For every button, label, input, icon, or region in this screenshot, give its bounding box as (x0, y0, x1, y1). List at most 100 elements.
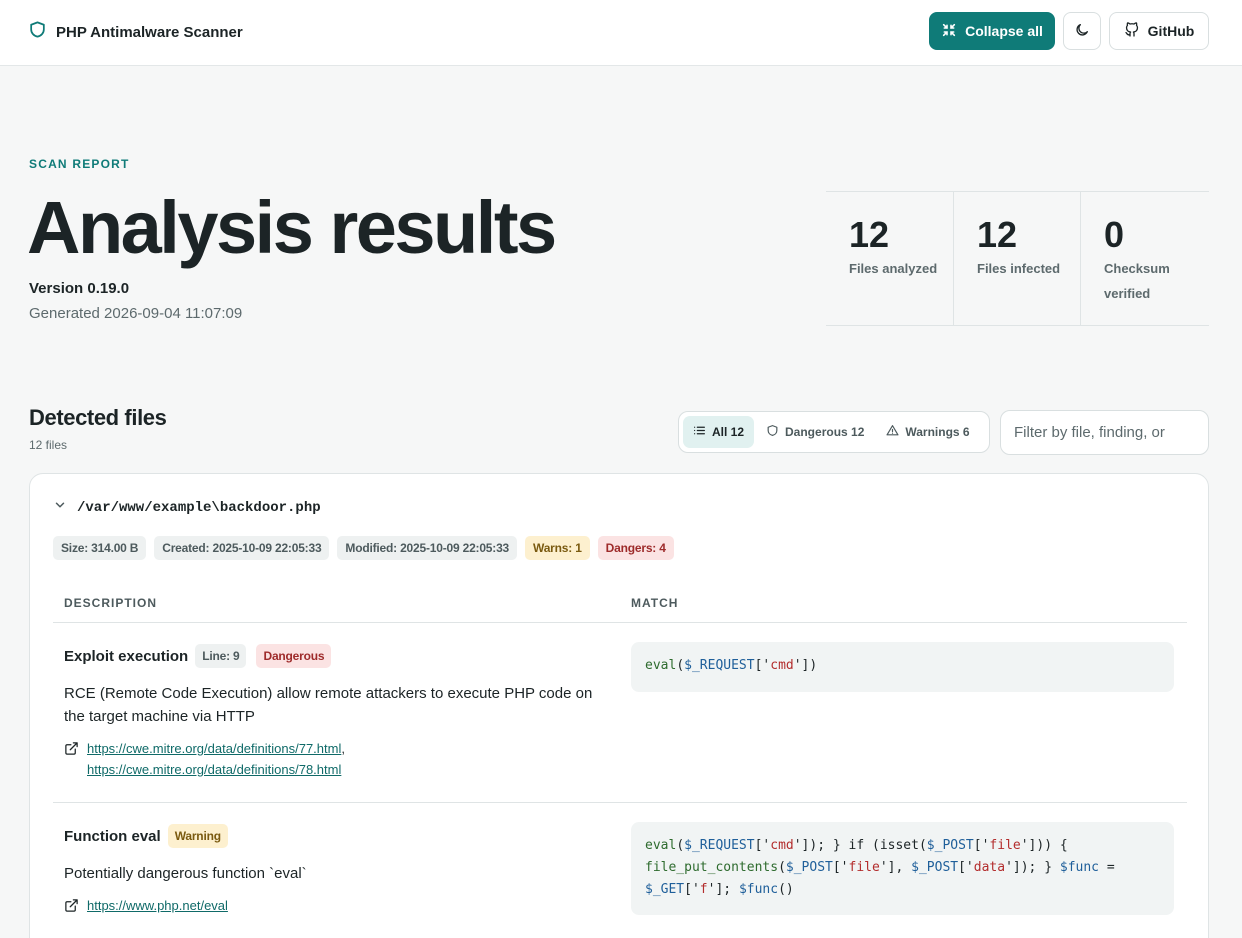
filter-warnings[interactable]: Warnings 6 (876, 416, 979, 448)
modified-chip: Modified: 2025-10-09 22:05:33 (337, 536, 518, 560)
finding-description: Function eval Warning Potentially danger… (64, 824, 614, 918)
search-input[interactable] (1000, 410, 1209, 455)
files-count: 12 files (29, 438, 68, 452)
reference-link[interactable]: https://cwe.mitre.org/data/definitions/7… (87, 762, 341, 777)
finding-text: RCE (Remote Code Execution) allow remote… (64, 685, 593, 725)
code-token: eval (645, 658, 677, 673)
stat-label: Files infected (977, 261, 1061, 276)
level-badge: Dangerous (256, 644, 332, 668)
table-row: Function eval Warning Potentially danger… (53, 804, 1187, 938)
brand-name: PHP Antimalware Scanner (56, 23, 243, 41)
match-code: eval($_REQUEST['cmd']) (631, 642, 1174, 692)
file-toggle[interactable]: /var/www/example\backdoor.php (53, 498, 321, 517)
table-header: DESCRIPTION MATCH (53, 582, 1187, 623)
code-token: ( (778, 860, 786, 875)
code-token: ']); } if (isset( (793, 838, 927, 853)
code-token: '])) { (1020, 838, 1076, 853)
version-label: Version 0.19.0 (29, 280, 130, 297)
table-row: Exploit execution Line: 9 Dangerous RCE … (53, 624, 1187, 803)
generated-timestamp: Generated 2026-09-04 11:07:09 (29, 305, 243, 322)
code-token: $_REQUEST (684, 838, 755, 853)
stat-files-analyzed: 12 Files analyzed (826, 192, 953, 325)
filter-warnings-label: Warnings 6 (905, 425, 970, 439)
external-link-icon (64, 895, 79, 918)
code-token: = (1099, 860, 1123, 875)
theme-toggle-button[interactable] (1063, 12, 1101, 50)
eyebrow: SCAN REPORT (29, 157, 130, 171)
code-token: file (848, 860, 880, 875)
stat-label: Files analyzed (849, 261, 938, 276)
external-link-icon (64, 738, 79, 780)
file-meta: Size: 314.00 B Created: 2025-10-09 22:05… (53, 536, 674, 560)
code-token: cmd (770, 658, 794, 673)
code-token: ']); } (1005, 860, 1060, 875)
code-token: f (699, 882, 708, 897)
code-token: ']; (707, 882, 739, 897)
top-bar: PHP Antimalware Scanner Collapse all Git… (0, 0, 1242, 66)
column-description: DESCRIPTION (64, 596, 158, 610)
stat-value: 0 (1104, 214, 1125, 255)
code-token: ( (676, 658, 685, 673)
section-title: Detected files (29, 405, 167, 430)
warning-icon (886, 424, 899, 440)
stat-value: 12 (977, 214, 1018, 255)
file-card: /var/www/example\backdoor.php Size: 314.… (29, 473, 1209, 938)
code-token: [' (832, 860, 849, 875)
list-icon (693, 424, 706, 440)
github-label: GitHub (1147, 23, 1195, 39)
code-token: $_POST (926, 838, 974, 853)
code-token: [' (958, 860, 974, 875)
column-match: MATCH (631, 596, 679, 610)
code-token: data (973, 860, 1006, 875)
match-code: eval($_REQUEST['cmd']); } if (isset($_PO… (631, 822, 1174, 915)
stat-files-infected: 12 Files infected (953, 192, 1080, 325)
stat-label: Checksum verified (1104, 261, 1170, 301)
code-token: $_POST (911, 860, 959, 875)
reference-link[interactable]: https://cwe.mitre.org/data/definitions/7… (87, 741, 341, 756)
code-token: '], (879, 860, 912, 875)
code-token: ']) (793, 658, 818, 673)
finding-title: Function eval (64, 827, 161, 845)
collapse-all-button[interactable]: Collapse all (929, 12, 1055, 50)
page-title: Analysis results (27, 186, 557, 269)
finding-title: Exploit execution (64, 647, 189, 665)
created-chip: Created: 2025-10-09 22:05:33 (154, 536, 330, 560)
code-token: $func (1059, 860, 1100, 875)
reference-links: https://cwe.mitre.org/data/definitions/7… (64, 738, 614, 780)
filter-all[interactable]: All 12 (683, 416, 755, 448)
stat-value: 12 (849, 214, 890, 255)
filter-tabs: All 12 Dangerous 12 Warnings 6 (678, 411, 990, 453)
code-token: $func (738, 882, 779, 897)
moon-icon (1074, 22, 1090, 41)
filter-dangerous[interactable]: Dangerous 12 (756, 416, 874, 448)
brand[interactable]: PHP Antimalware Scanner (28, 20, 243, 44)
code-token: [' (754, 658, 771, 673)
warns-chip: Warns: 1 (525, 536, 590, 560)
dangers-chip: Dangers: 4 (597, 536, 674, 560)
code-token: [' (684, 882, 700, 897)
filter-all-label: All 12 (712, 425, 745, 439)
size-chip: Size: 314.00 B (53, 536, 147, 560)
github-button[interactable]: GitHub (1109, 12, 1209, 50)
stat-checksum-verified: 0 Checksum verified (1080, 192, 1207, 325)
code-token: $_POST (785, 860, 833, 875)
code-token: () (778, 882, 794, 897)
reference-links: https://www.php.net/eval (64, 895, 614, 918)
reference-link[interactable]: https://www.php.net/eval (87, 898, 228, 913)
stats-panel: 12 Files analyzed 12 Files infected 0 Ch… (826, 191, 1209, 326)
code-token: file (989, 838, 1021, 853)
code-token: ( (676, 838, 685, 853)
line-badge: Line: 9 (195, 644, 247, 668)
code-token: eval (645, 838, 677, 853)
shield-icon (766, 424, 779, 440)
shield-icon (28, 20, 47, 44)
chevron-down-icon (53, 498, 67, 517)
collapse-all-label: Collapse all (965, 23, 1043, 39)
code-token: $_REQUEST (684, 658, 755, 673)
code-token: cmd (770, 838, 794, 853)
collapse-icon (941, 22, 957, 41)
code-token: [' (754, 838, 771, 853)
level-badge: Warning (167, 824, 228, 848)
code-token: $_GET (645, 882, 685, 897)
code-token: [' (973, 838, 990, 853)
